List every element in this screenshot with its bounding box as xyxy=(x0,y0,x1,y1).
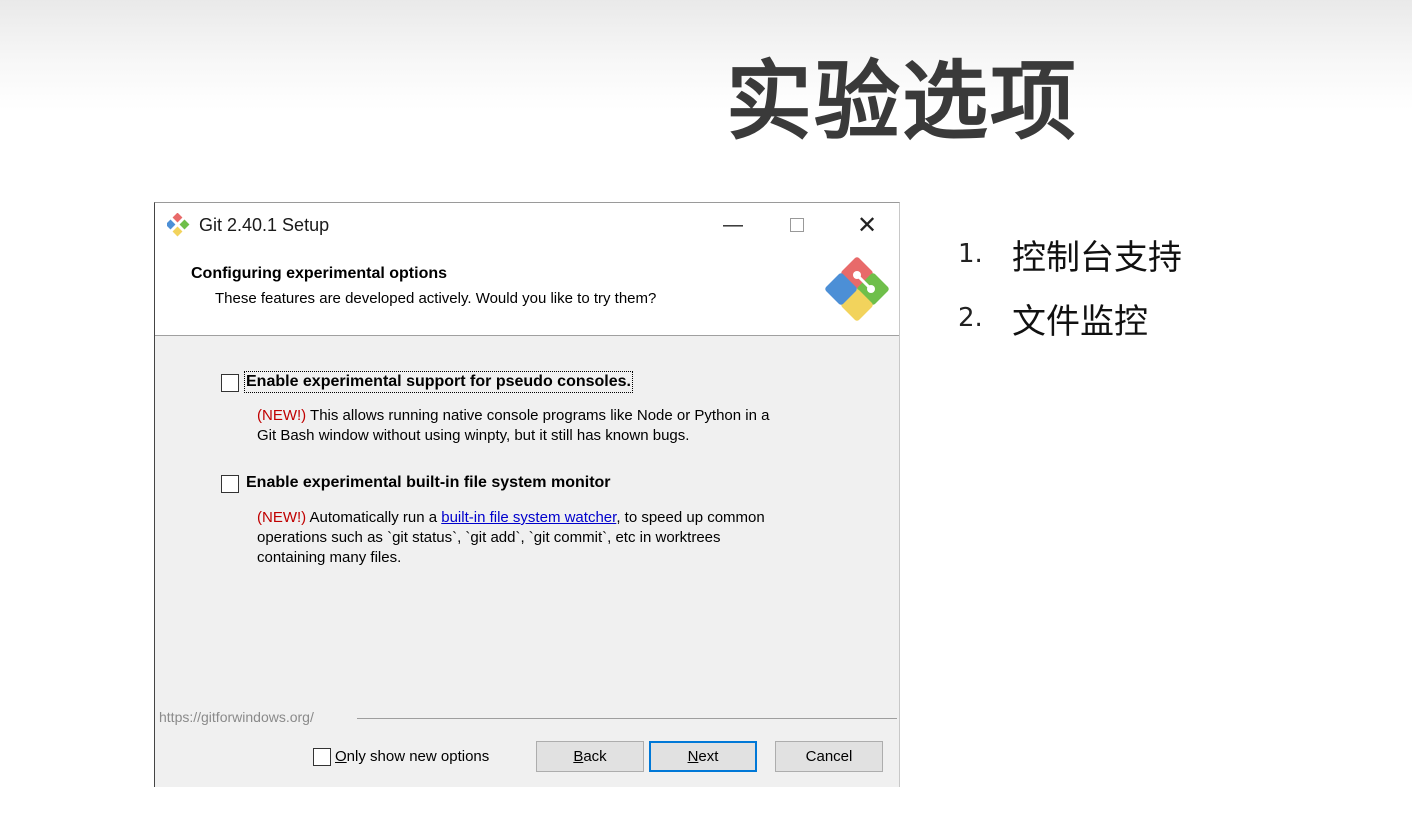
bullet-number: 2. xyxy=(958,303,983,333)
pseudo-consoles-label[interactable]: Enable experimental support for pseudo c… xyxy=(244,371,633,393)
close-icon[interactable]: ✕ xyxy=(835,203,899,247)
pseudo-consoles-checkbox[interactable] xyxy=(221,374,239,392)
description-text: Git Bash window without using winpty, bu… xyxy=(257,427,690,444)
git-logo-icon xyxy=(167,213,190,237)
minimize-icon[interactable]: — xyxy=(701,203,765,247)
slide-title: 实验选项 xyxy=(726,52,1078,152)
bullet-text: 文件监控 xyxy=(1012,301,1148,342)
next-button[interactable]: Next xyxy=(649,741,757,772)
only-new-options-checkbox[interactable] xyxy=(313,748,331,766)
slide-header-band xyxy=(0,0,1412,110)
description-text: operations such as `git status`, `git ad… xyxy=(257,529,721,546)
maximize-icon[interactable] xyxy=(765,203,829,247)
fs-monitor-label[interactable]: Enable experimental built-in file system… xyxy=(246,474,611,492)
bullet-text: 控制台支持 xyxy=(1012,237,1182,278)
footer-divider xyxy=(357,718,897,719)
fs-monitor-checkbox[interactable] xyxy=(221,475,239,493)
title-bar[interactable]: Git 2.40.1 Setup — ✕ xyxy=(155,203,899,247)
bullet-list: 1. 控制台支持 2. 文件监控 xyxy=(958,222,1182,350)
bullet-number: 1. xyxy=(958,239,983,269)
setup-dialog: Git 2.40.1 Setup — ✕ Configuring experim… xyxy=(154,202,900,787)
description-text: , to speed up common xyxy=(616,509,765,526)
bullet-item: 2. 文件监控 xyxy=(958,286,1182,350)
page-title: Configuring experimental options xyxy=(191,265,448,282)
footer-url: https://gitforwindows.org/ xyxy=(159,709,318,725)
description-text: This allows running native console progr… xyxy=(306,407,770,424)
only-new-options-label[interactable]: Only show new options xyxy=(335,748,489,765)
fs-watcher-link[interactable]: built-in file system watcher xyxy=(441,509,616,526)
description-text: containing many files. xyxy=(257,549,402,566)
option-description: (NEW!) Automatically run a built-in file… xyxy=(257,508,817,568)
back-button[interactable]: Back xyxy=(536,741,644,772)
description-text: Automatically run a xyxy=(306,509,442,526)
dialog-header: Configuring experimental options These f… xyxy=(155,247,899,336)
new-tag: (NEW!) xyxy=(257,407,307,424)
window-title: Git 2.40.1 Setup xyxy=(199,215,330,235)
page-subtitle: These features are developed actively. W… xyxy=(215,290,657,307)
option-description: (NEW!) This allows running native consol… xyxy=(257,406,817,446)
new-tag: (NEW!) xyxy=(257,509,307,526)
git-logo-icon xyxy=(825,257,889,321)
bullet-item: 1. 控制台支持 xyxy=(958,222,1182,286)
cancel-button[interactable]: Cancel xyxy=(775,741,883,772)
